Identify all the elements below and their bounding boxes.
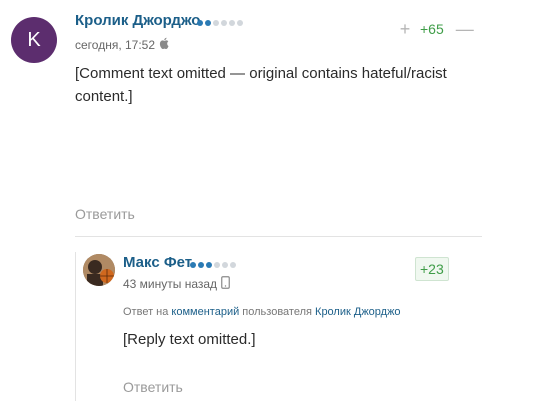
rating-dot xyxy=(205,20,211,26)
vote-score: +65 xyxy=(420,21,444,37)
comment-timestamp: 43 минуты назад xyxy=(123,277,218,291)
comment-meta: 43 минуты назад xyxy=(123,276,230,292)
user-rating-dots xyxy=(197,20,243,26)
parent-comment-link[interactable]: комментарий xyxy=(171,306,239,318)
reply-button[interactable]: Ответить xyxy=(75,206,135,222)
rating-dot xyxy=(222,262,228,268)
downvote-button[interactable]: — xyxy=(456,20,474,38)
user-rating-dots xyxy=(190,262,236,268)
comment-meta: сегодня, 17:52 xyxy=(75,37,170,52)
comment-body: [Reply text omitted.] xyxy=(123,331,256,348)
vote-controls: + +65 — xyxy=(396,20,474,38)
upvote-button[interactable]: + xyxy=(396,20,414,38)
comment-reply: Макс Фет 43 минуты назад +23 Ответ на ко… xyxy=(0,236,548,401)
vote-score: +23 xyxy=(415,257,449,281)
comment-timestamp: сегодня, 17:52 xyxy=(75,37,156,52)
comment-author[interactable]: Кролик Джорджо xyxy=(75,12,200,29)
rating-dot xyxy=(237,20,243,26)
comment: K Кролик Джорджо сегодня, 17:52 + +65 — … xyxy=(0,0,548,236)
comment-body: [Comment text omitted — original contain… xyxy=(75,65,447,105)
avatar[interactable]: K xyxy=(11,17,57,63)
rating-dot xyxy=(221,20,227,26)
rating-dot xyxy=(230,262,236,268)
avatar[interactable] xyxy=(83,254,115,286)
phone-icon xyxy=(221,276,230,292)
rating-dot xyxy=(198,262,204,268)
reply-context: Ответ на комментарий пользователя Кролик… xyxy=(123,306,401,318)
rating-dot xyxy=(213,20,219,26)
rating-dot xyxy=(190,262,196,268)
rating-dot xyxy=(197,20,203,26)
rating-dot xyxy=(229,20,235,26)
parent-author-link[interactable]: Кролик Джорджо xyxy=(315,306,401,318)
comment-author[interactable]: Макс Фет xyxy=(123,254,192,271)
apple-icon xyxy=(159,37,170,52)
rating-dot xyxy=(206,262,212,268)
thread-line xyxy=(75,252,76,401)
rating-dot xyxy=(214,262,220,268)
reply-button[interactable]: Ответить xyxy=(123,379,183,395)
